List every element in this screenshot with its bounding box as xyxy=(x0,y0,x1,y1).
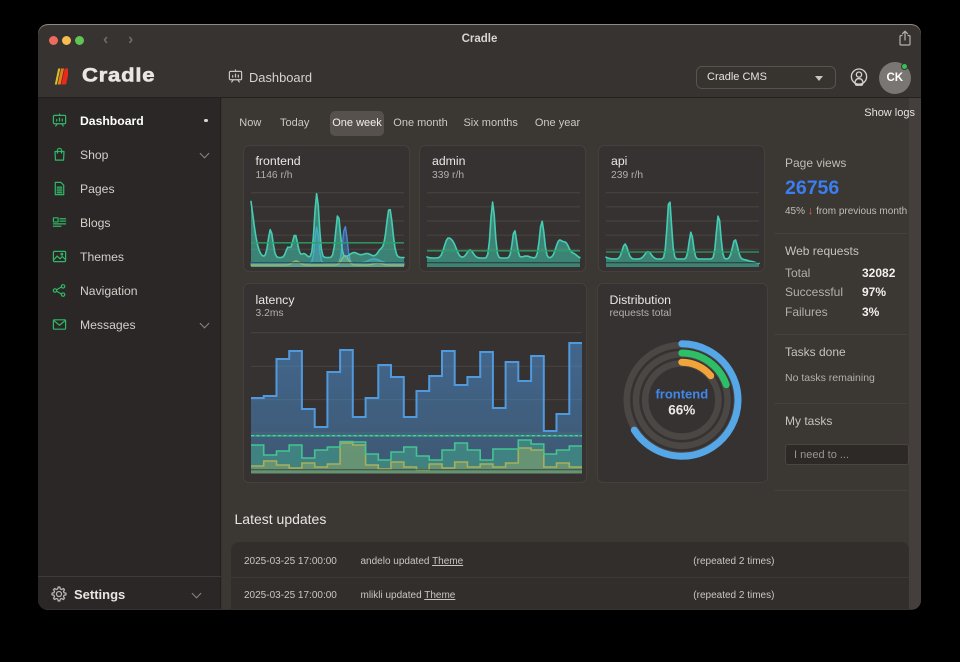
svg-text:frontend: frontend xyxy=(655,387,708,402)
svg-text:66%: 66% xyxy=(668,403,695,418)
